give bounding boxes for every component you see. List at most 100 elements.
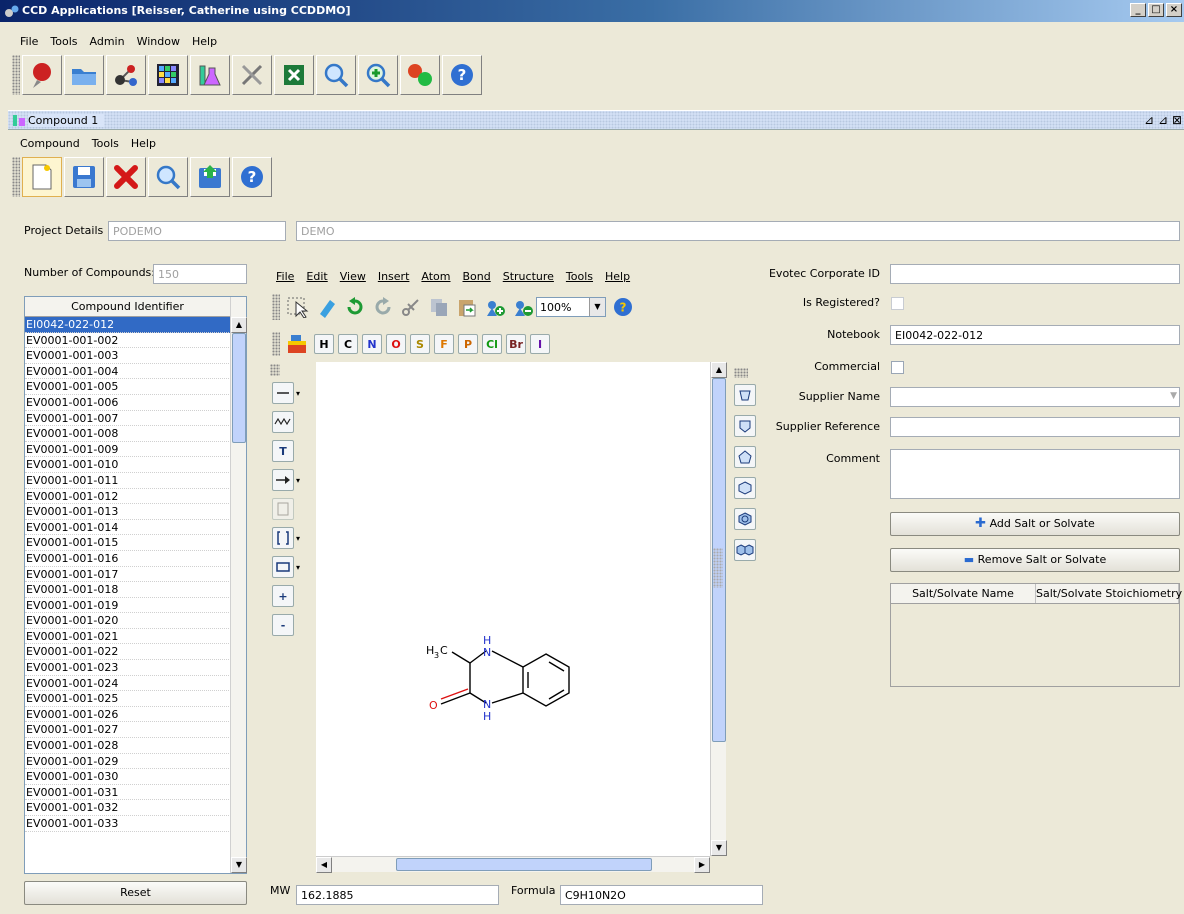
notebook-field[interactable]: EI0042-022-012: [890, 325, 1180, 345]
editor-menu-edit[interactable]: Edit: [300, 269, 333, 285]
toolbar-grip[interactable]: [272, 332, 280, 356]
compound-list-item[interactable]: EV0001-001-017: [25, 567, 231, 583]
chevron-down-icon[interactable]: ▾: [296, 563, 300, 572]
toolbar-grip[interactable]: [270, 364, 280, 376]
toolbar-grip[interactable]: [12, 55, 20, 95]
compound-list-item[interactable]: EV0001-001-012: [25, 489, 231, 505]
atom-button-s[interactable]: S: [410, 334, 430, 354]
close-frame-icon[interactable]: ⊠: [1172, 113, 1182, 127]
atom-button-br[interactable]: Br: [506, 334, 526, 354]
select-arrow-icon[interactable]: [286, 296, 310, 318]
atom-button-n[interactable]: N: [362, 334, 382, 354]
compound-list-item[interactable]: EV0001-001-002: [25, 333, 231, 349]
compound-list-item[interactable]: EV0001-001-029: [25, 754, 231, 770]
new-document-icon[interactable]: [22, 157, 62, 197]
atom-button-i[interactable]: I: [530, 334, 550, 354]
menu-compound-tools[interactable]: Tools: [86, 135, 125, 153]
chevron-down-icon[interactable]: ▼: [1170, 391, 1177, 401]
search-plus-icon[interactable]: [358, 55, 398, 95]
comment-textarea[interactable]: [890, 449, 1180, 499]
compound-list-item[interactable]: EV0001-001-026: [25, 707, 231, 723]
atom-button-c[interactable]: C: [338, 334, 358, 354]
chain-icon[interactable]: [272, 411, 294, 433]
supplier-name-select[interactable]: ▼: [890, 387, 1180, 407]
undo-icon[interactable]: [344, 296, 366, 318]
atom-button-f[interactable]: F: [434, 334, 454, 354]
minimize-button[interactable]: _: [1130, 3, 1146, 17]
supplier-reference-field[interactable]: [890, 417, 1180, 437]
compound-list-item[interactable]: EV0001-001-014: [25, 520, 231, 536]
is-registered-checkbox[interactable]: [891, 297, 904, 310]
maximize-frame-icon[interactable]: ⊿: [1158, 113, 1168, 127]
compound-list-item[interactable]: EV0001-001-019: [25, 598, 231, 614]
compound-list-item[interactable]: EV0001-001-008: [25, 426, 231, 442]
zoom-out-icon[interactable]: [512, 296, 534, 318]
atom-button-h[interactable]: H: [314, 334, 334, 354]
lab-icon[interactable]: [190, 55, 230, 95]
editor-menu-structure[interactable]: Structure: [497, 269, 560, 285]
chevron-down-icon[interactable]: ▾: [296, 534, 300, 543]
remove-salt-button[interactable]: ▬ Remove Salt or Solvate: [890, 548, 1180, 572]
spheres-icon[interactable]: [400, 55, 440, 95]
scroll-down-button[interactable]: ▼: [711, 840, 727, 856]
eraser-icon[interactable]: [316, 296, 338, 318]
repeat-unit-icon[interactable]: [272, 498, 294, 520]
editor-menu-view[interactable]: View: [334, 269, 372, 285]
menu-help[interactable]: Help: [186, 33, 223, 51]
chevron-down-icon[interactable]: ▼: [589, 298, 605, 316]
copy-icon[interactable]: [428, 296, 450, 318]
compound-list-item[interactable]: EV0001-001-024: [25, 676, 231, 692]
salt-name-column-header[interactable]: Salt/Solvate Name: [891, 584, 1036, 603]
periodic-table-icon[interactable]: [286, 333, 308, 355]
salt-solvate-table[interactable]: Salt/Solvate Name Salt/Solvate Stoichiom…: [890, 583, 1182, 687]
compound-list-item[interactable]: EV0001-001-007: [25, 411, 231, 427]
menu-compound-help[interactable]: Help: [125, 135, 162, 153]
toolbar-grip[interactable]: [272, 294, 280, 320]
project-code-field[interactable]: PODEMO: [108, 221, 286, 241]
scroll-up-button[interactable]: ▲: [711, 362, 727, 378]
rectangle-tool-icon[interactable]: [272, 556, 294, 578]
splitter-grip[interactable]: [713, 548, 723, 588]
maximize-button[interactable]: □: [1148, 3, 1164, 17]
compound-list-item[interactable]: EV0001-001-033: [25, 816, 231, 832]
scroll-thumb[interactable]: [396, 858, 652, 871]
menu-admin[interactable]: Admin: [84, 33, 131, 51]
scroll-down-button[interactable]: ▼: [231, 857, 247, 873]
editor-help-icon[interactable]: ?: [612, 296, 634, 318]
scroll-up-button[interactable]: ▲: [231, 317, 247, 333]
text-tool-icon[interactable]: T: [272, 440, 294, 462]
number-of-compounds-field[interactable]: 150: [153, 264, 247, 284]
toolbar-grip[interactable]: [12, 157, 20, 197]
restore-frame-icon[interactable]: ⊿: [1144, 113, 1154, 127]
mw-field[interactable]: 162.1885: [296, 885, 499, 905]
charge-minus-icon[interactable]: -: [272, 614, 294, 636]
save-icon[interactable]: [64, 157, 104, 197]
close-button[interactable]: ×: [1166, 3, 1182, 17]
compound-list-item[interactable]: EI0042-022-012: [25, 317, 231, 333]
compound-identifier-header[interactable]: Compound Identifier: [25, 297, 231, 317]
benzene-template-icon[interactable]: [734, 508, 756, 530]
scroll-left-button[interactable]: ◀: [316, 857, 332, 873]
menu-compound[interactable]: Compound: [14, 135, 86, 153]
reset-button[interactable]: Reset: [24, 881, 247, 905]
compound-list-item[interactable]: EV0001-001-004: [25, 364, 231, 380]
formula-field[interactable]: C9H10N2O: [560, 885, 763, 905]
scroll-thumb[interactable]: [232, 333, 246, 443]
compound-list-item[interactable]: EV0001-001-025: [25, 691, 231, 707]
compound-help-icon[interactable]: ?: [232, 157, 272, 197]
compound-list-item[interactable]: EV0001-001-013: [25, 504, 231, 520]
compound-list-item[interactable]: EV0001-001-003: [25, 348, 231, 364]
editor-menu-file[interactable]: File: [270, 269, 300, 285]
pin-icon[interactable]: [22, 55, 62, 95]
compound-list-item[interactable]: EV0001-001-030: [25, 769, 231, 785]
compound-list-item[interactable]: EV0001-001-032: [25, 800, 231, 816]
menu-file[interactable]: File: [14, 33, 44, 51]
charge-plus-icon[interactable]: +: [272, 585, 294, 607]
redo-icon[interactable]: [372, 296, 394, 318]
compound-list-item[interactable]: EV0001-001-027: [25, 722, 231, 739]
compound-list-item[interactable]: EV0001-001-009: [25, 442, 231, 458]
single-bond-icon[interactable]: [272, 382, 294, 404]
compound-list-item[interactable]: EV0001-001-031: [25, 785, 231, 801]
compound-list[interactable]: Compound Identifier EI0042-022-012 EV0001…: [24, 296, 247, 874]
compound-list-item[interactable]: EV0001-001-028: [25, 738, 231, 754]
